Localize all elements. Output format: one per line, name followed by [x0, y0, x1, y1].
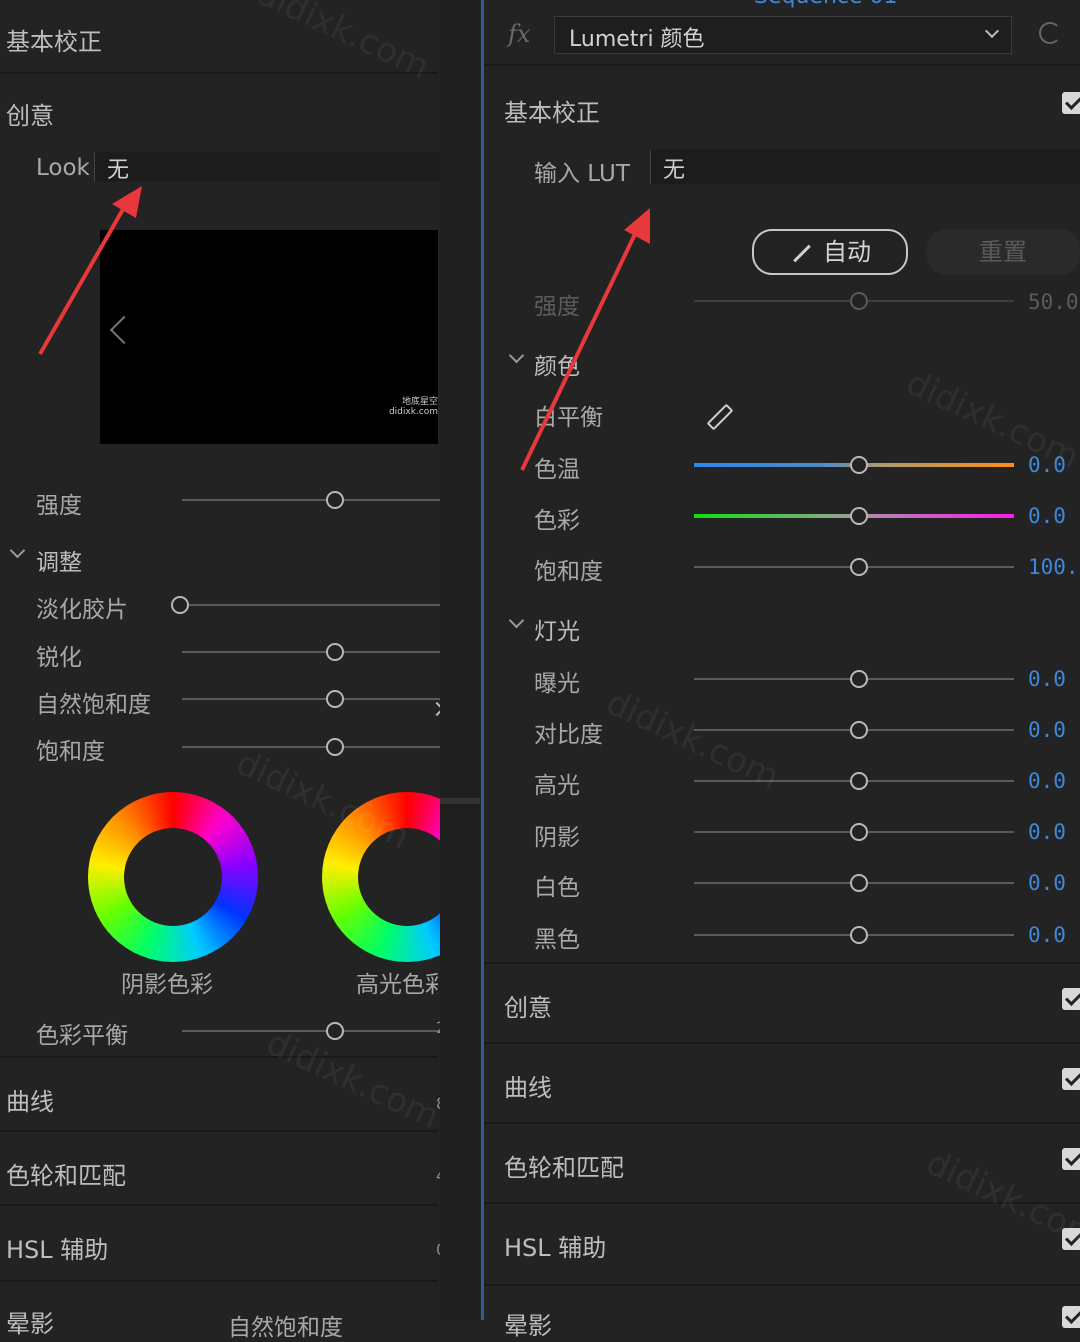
annotation-arrows [38, 186, 650, 471]
arrow-icon [520, 208, 650, 471]
arrow-icon [38, 186, 142, 355]
